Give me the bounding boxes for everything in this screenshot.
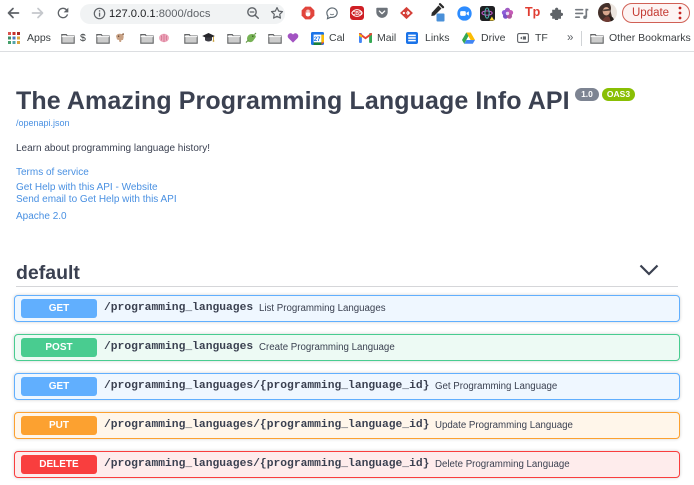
svg-text:27: 27 — [314, 37, 321, 43]
svg-text:CBS: CBS — [351, 11, 363, 17]
